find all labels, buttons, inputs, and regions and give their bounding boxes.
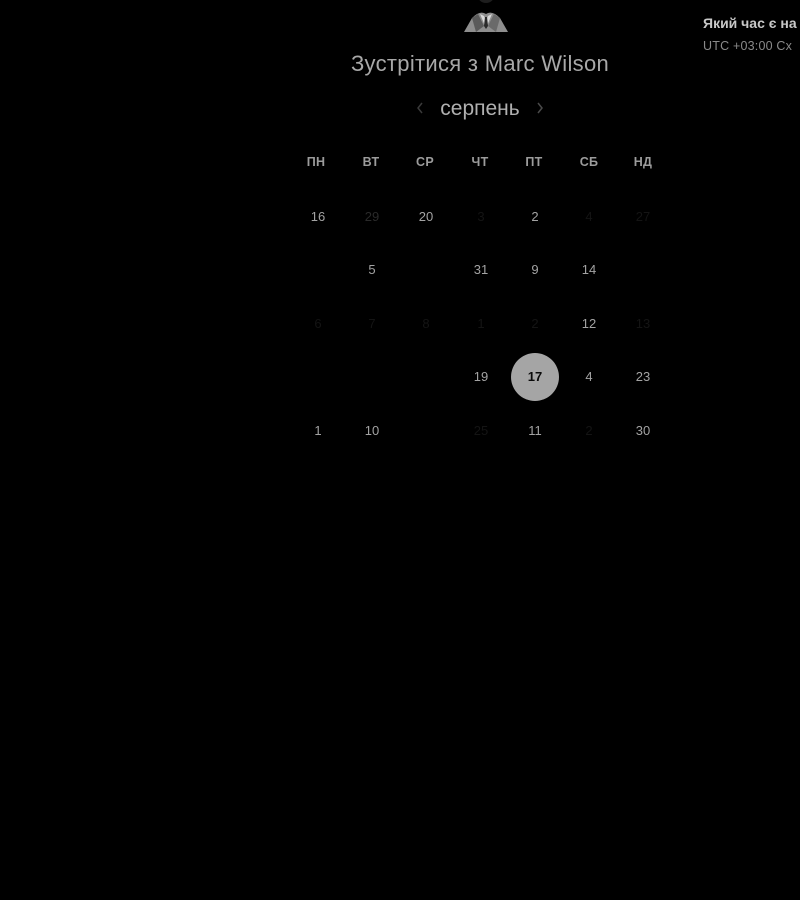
- calendar-day[interactable]: 13: [623, 312, 663, 336]
- calendar-day[interactable]: 8: [406, 312, 446, 336]
- calendar-day[interactable]: 20: [406, 205, 446, 229]
- calendar-day[interactable]: 1: [298, 419, 338, 443]
- calendar-day[interactable]: 25: [461, 419, 501, 443]
- calendar-day[interactable]: 3: [461, 205, 501, 229]
- calendar-day[interactable]: 5: [352, 258, 392, 282]
- calendar-day[interactable]: 29: [352, 205, 392, 229]
- calendar-day[interactable]: 4: [569, 365, 609, 389]
- calendar-day[interactable]: 9: [515, 258, 555, 282]
- calendar-grid: 16 29 20 3 2 4 27 5 31 9 14 6 7 8 1 2 12 13 19 17 4 23 1 10 25 11…: [0, 0, 800, 900]
- calendar-day[interactable]: 12: [569, 312, 609, 336]
- calendar-day[interactable]: 1: [461, 312, 501, 336]
- calendar-day[interactable]: 16: [298, 205, 338, 229]
- calendar-day[interactable]: 10: [352, 419, 392, 443]
- calendar-day[interactable]: 14: [569, 258, 609, 282]
- calendar-day[interactable]: [406, 419, 446, 443]
- calendar-day[interactable]: 7: [352, 312, 392, 336]
- calendar-day[interactable]: 2: [515, 312, 555, 336]
- calendar-day[interactable]: 27: [623, 205, 663, 229]
- calendar-day[interactable]: 11: [515, 419, 555, 443]
- calendar-day[interactable]: [298, 365, 338, 389]
- calendar-day[interactable]: [352, 365, 392, 389]
- calendar-day[interactable]: 4: [569, 205, 609, 229]
- calendar-day[interactable]: 19: [461, 365, 501, 389]
- calendar-day[interactable]: [406, 258, 446, 282]
- selected-day[interactable]: 17: [511, 353, 559, 401]
- calendar-day[interactable]: 30: [623, 419, 663, 443]
- calendar-day[interactable]: 23: [623, 365, 663, 389]
- calendar-day[interactable]: 2: [569, 419, 609, 443]
- calendar-day[interactable]: [406, 365, 446, 389]
- booking-page: Зустрітися з Marc Wilson Який час є на U…: [0, 0, 800, 900]
- calendar-day[interactable]: [298, 258, 338, 282]
- calendar-day[interactable]: 2: [515, 205, 555, 229]
- calendar-day[interactable]: 6: [298, 312, 338, 336]
- calendar-day[interactable]: 31: [461, 258, 501, 282]
- calendar-day[interactable]: [623, 258, 663, 282]
